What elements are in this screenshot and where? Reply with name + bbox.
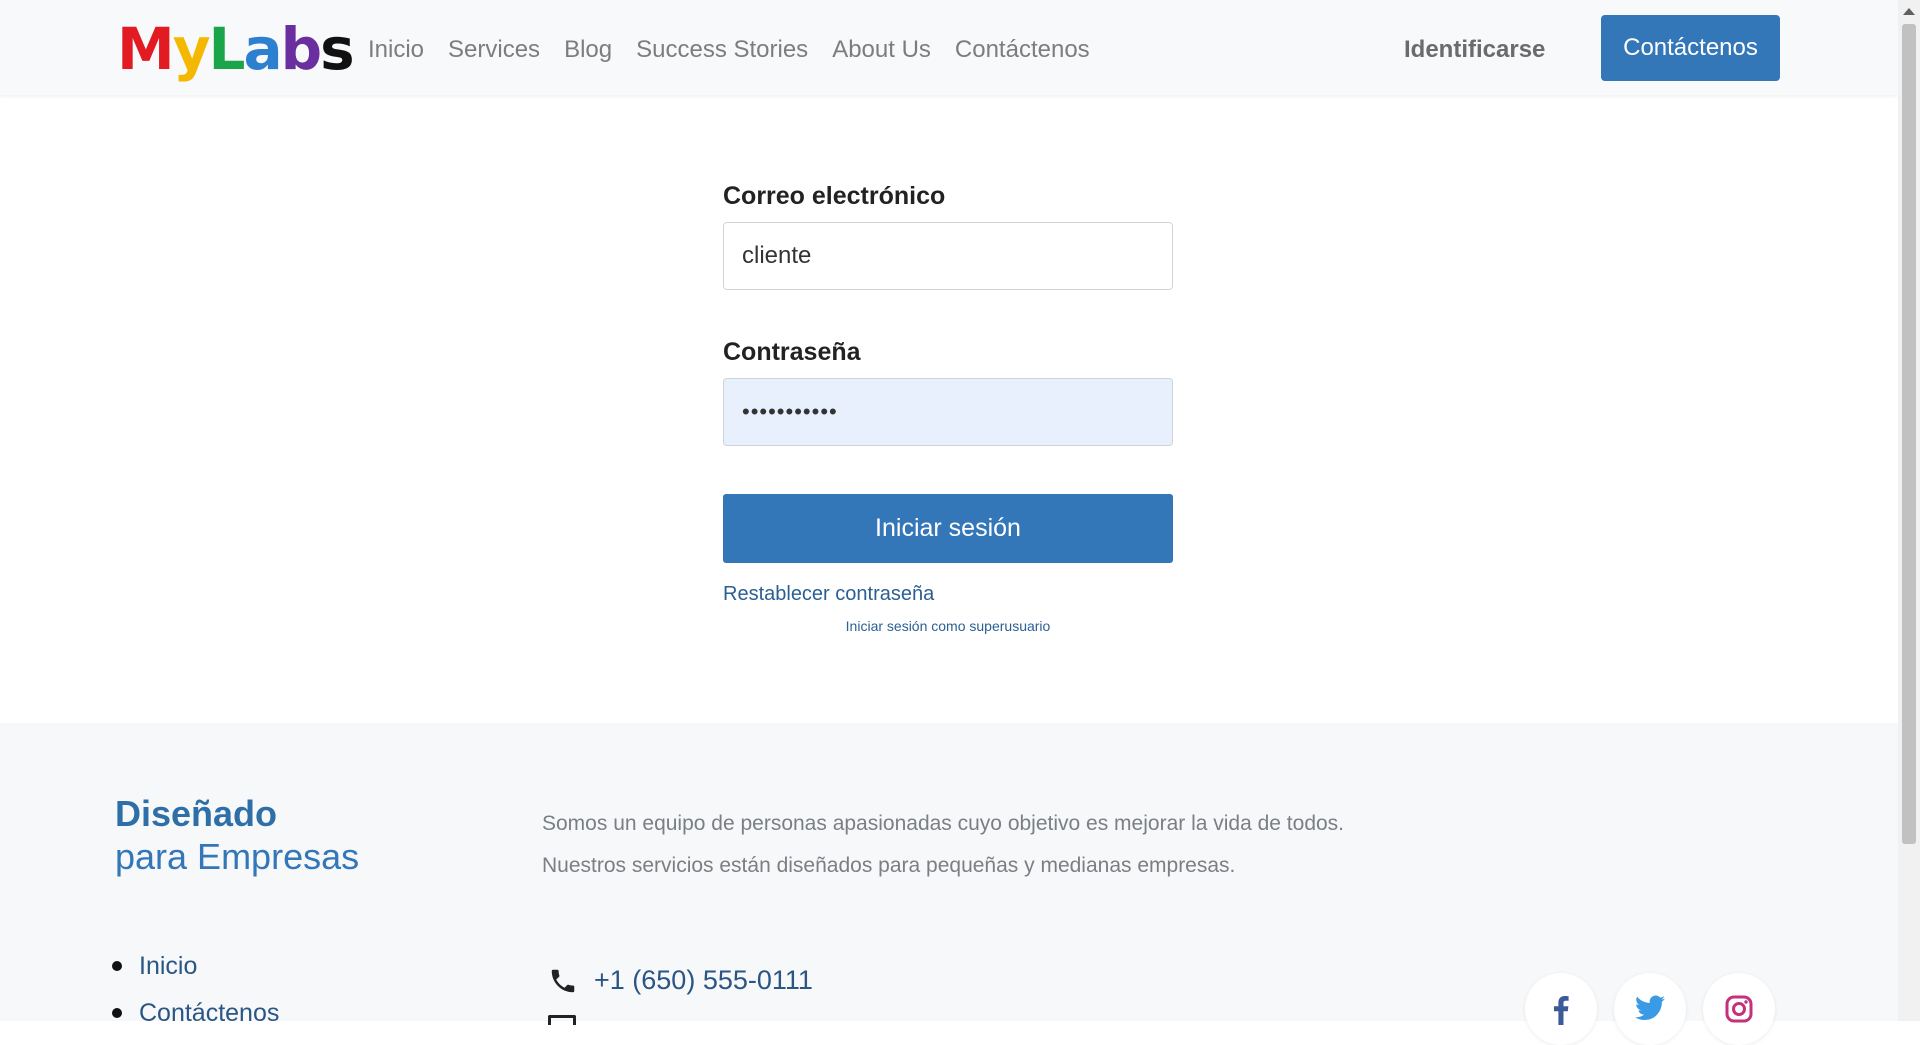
- twitter-button[interactable]: [1614, 973, 1686, 1045]
- footer-phone[interactable]: +1 (650) 555-0111: [548, 965, 813, 996]
- tagline-line-1: Diseñado: [115, 793, 278, 834]
- password-label: Contraseña: [723, 338, 861, 366]
- envelope-icon: [548, 1015, 576, 1025]
- footer: Diseñado para Empresas Somos un equipo d…: [0, 723, 1898, 1045]
- nav-link-blog[interactable]: Blog: [564, 30, 612, 70]
- footer-links: Inicio Contáctenos: [110, 943, 279, 1037]
- scroll-up-icon[interactable]: [1903, 8, 1915, 15]
- footer-about: Somos un equipo de personas apasionadas …: [542, 803, 1344, 887]
- signin-link[interactable]: Identificarse: [1404, 30, 1545, 70]
- login-button[interactable]: Iniciar sesión: [723, 494, 1173, 563]
- contact-button[interactable]: Contáctenos: [1601, 15, 1780, 81]
- brand-logo[interactable]: MyLabs: [117, 14, 355, 84]
- logo-letter: s: [320, 15, 355, 83]
- instagram-button[interactable]: [1703, 973, 1775, 1045]
- logo-letter: a: [243, 15, 283, 83]
- tagline-line-2: para Empresas: [115, 836, 360, 877]
- logo-letter: b: [280, 15, 323, 83]
- facebook-button[interactable]: [1525, 973, 1597, 1045]
- email-label: Correo electrónico: [723, 182, 946, 210]
- footer-link-contactenos[interactable]: Contáctenos: [110, 990, 279, 1037]
- about-line-2: Nuestros servicios están diseñados para …: [542, 854, 1236, 877]
- nav-link-contactenos[interactable]: Contáctenos: [955, 30, 1090, 70]
- footer-tagline: Diseñado para Empresas: [115, 793, 359, 879]
- logo-letter: L: [208, 15, 246, 83]
- reset-password-link[interactable]: Restablecer contraseña: [723, 583, 1173, 606]
- footer-link-inicio[interactable]: Inicio: [110, 943, 279, 990]
- vertical-scrollbar[interactable]: [1898, 0, 1920, 1021]
- phone-icon: [551, 969, 575, 992]
- scroll-thumb[interactable]: [1902, 24, 1916, 844]
- nav-link-about-us[interactable]: About Us: [832, 30, 931, 70]
- about-line-1: Somos un equipo de personas apasionadas …: [542, 812, 1345, 835]
- login-form: Correo electrónico cliente Contraseña ••…: [723, 170, 1173, 634]
- phone-number: +1 (650) 555-0111: [594, 965, 813, 995]
- top-navbar: MyLabs Inicio Services Blog Success Stor…: [0, 0, 1898, 95]
- twitter-icon: [1635, 995, 1665, 1020]
- email-field[interactable]: cliente: [723, 222, 1173, 290]
- logo-letter: M: [117, 15, 175, 83]
- main-nav: Inicio Services Blog Success Stories Abo…: [368, 30, 1114, 70]
- nav-link-services[interactable]: Services: [448, 30, 540, 70]
- nav-link-success-stories[interactable]: Success Stories: [636, 30, 808, 70]
- nav-link-inicio[interactable]: Inicio: [368, 30, 424, 70]
- superuser-login-link[interactable]: Iniciar sesión como superusuario: [723, 618, 1173, 634]
- logo-letter: y: [172, 15, 211, 83]
- instagram-icon: [1725, 995, 1753, 1023]
- password-field[interactable]: •••••••••••: [723, 378, 1173, 446]
